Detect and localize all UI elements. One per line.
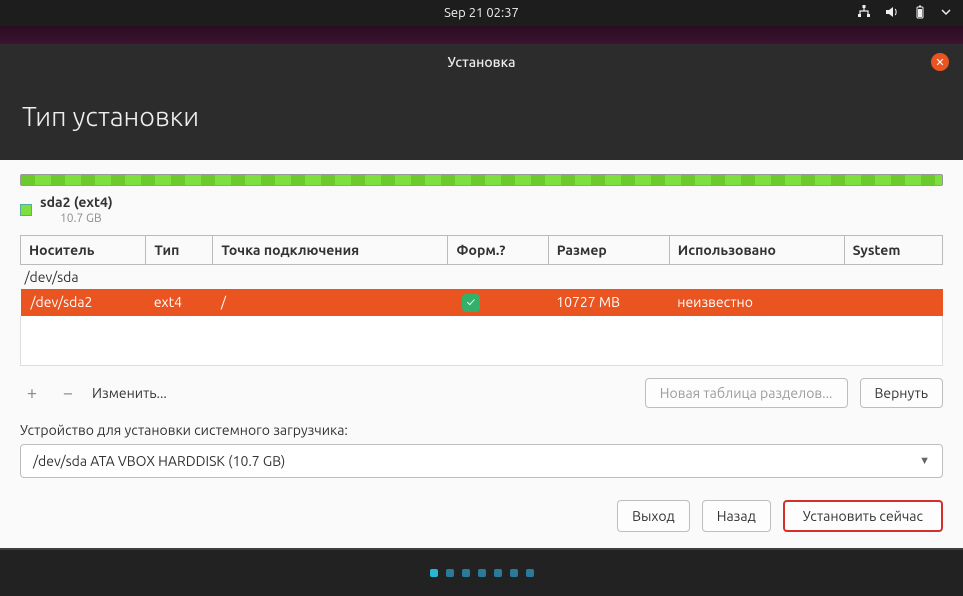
page-title: Тип установки [0,80,963,160]
legend-label: sda2 (ext4) [40,194,113,210]
pager-dot[interactable] [494,569,502,577]
pager-dot[interactable] [478,569,486,577]
slideshow-pager [0,550,963,596]
col-type[interactable]: Тип [146,236,213,265]
partition-swatch-icon [20,204,32,216]
pager-dot[interactable] [510,569,518,577]
new-partition-table-button[interactable]: Новая таблица разделов... [645,378,848,408]
chevron-down-icon: ▼ [919,455,930,467]
partition-legend: sda2 (ext4) 10.7 GB [20,194,943,225]
change-partition-button[interactable]: Изменить... [92,385,167,401]
window-title: Установка [448,54,516,70]
close-icon: ✕ [935,56,944,69]
system-tray[interactable] [857,5,951,22]
table-row-partition[interactable]: /dev/sda2 ext4 / ✓ 10727 MB неизвестно [21,289,943,316]
cell-mount: / [213,289,448,316]
table-row-disk[interactable]: /dev/sda [21,265,943,290]
window-titlebar: Установка ✕ [0,44,963,80]
system-top-bar: Sep 21 02:37 [0,0,963,26]
cell-used: неизвестно [669,289,844,316]
pager-dot[interactable] [446,569,454,577]
col-size[interactable]: Размер [548,236,669,265]
install-now-button[interactable]: Установить сейчас [783,500,943,532]
cell-size: 10727 MB [548,289,669,316]
check-icon: ✓ [462,294,480,312]
cell-format: ✓ [448,289,548,316]
col-format[interactable]: Форм.? [448,236,548,265]
pager-dot[interactable] [430,569,438,577]
bootloader-label: Устройство для установки системного загр… [20,422,943,438]
table-empty-area[interactable] [20,316,943,366]
network-icon[interactable] [857,5,871,22]
cell-system [844,289,942,316]
partition-table: Носитель Тип Точка подключения Форм.? Ра… [20,235,943,316]
revert-button[interactable]: Вернуть [860,378,944,408]
battery-icon[interactable] [913,5,927,22]
back-button[interactable]: Назад [702,500,771,532]
volume-icon[interactable] [885,5,899,22]
cell-device: /dev/sda2 [21,289,146,316]
disk-device: /dev/sda [21,265,943,290]
add-partition-button[interactable]: + [20,381,44,405]
pager-dot[interactable] [526,569,534,577]
pager-dot[interactable] [462,569,470,577]
bootloader-selected-value: /dev/sda ATA VBOX HARDDISK (10.7 GB) [33,453,285,469]
quit-button[interactable]: Выход [617,500,690,532]
col-mount[interactable]: Точка подключения [213,236,448,265]
bootloader-device-select[interactable]: /dev/sda ATA VBOX HARDDISK (10.7 GB) ▼ [20,444,943,478]
chevron-down-icon[interactable] [941,6,951,20]
disk-usage-bar[interactable] [20,174,943,186]
desktop-background-band [0,26,963,44]
clock-label: Sep 21 02:37 [444,6,519,20]
remove-partition-button[interactable]: − [56,381,80,405]
wizard-nav: Выход Назад Установить сейчас [20,500,943,532]
close-button[interactable]: ✕ [931,53,949,71]
col-device[interactable]: Носитель [21,236,146,265]
col-used[interactable]: Использовано [669,236,844,265]
partition-panel: sda2 (ext4) 10.7 GB Носитель Тип Точка п… [0,160,963,550]
cell-type: ext4 [146,289,213,316]
partition-toolbar: + − Изменить... Новая таблица разделов..… [20,378,943,408]
installer-window: Установка ✕ Тип установки sda2 (ext4) 10… [0,44,963,550]
col-system[interactable]: System [844,236,942,265]
legend-size: 10.7 GB [60,212,113,225]
